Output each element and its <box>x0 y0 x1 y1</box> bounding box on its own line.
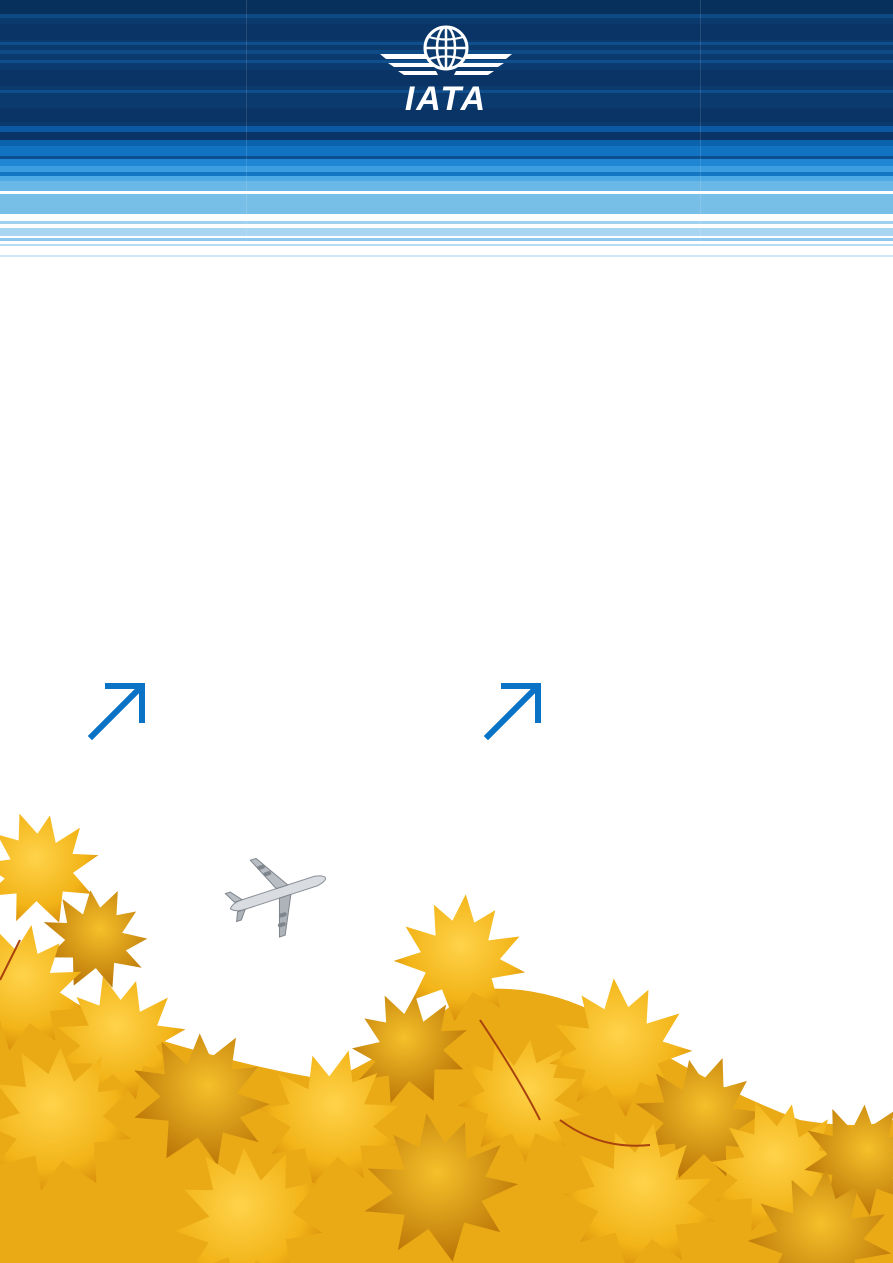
diagonal-arrow-icon <box>88 682 146 740</box>
globe-wings-icon <box>380 25 512 75</box>
iata-logo: IATA <box>376 24 516 116</box>
diagonal-arrow-icon <box>484 682 542 740</box>
header-stripes-band: IATA <box>0 0 893 260</box>
logo-text: IATA <box>404 80 488 118</box>
autumn-maple-leaves <box>0 800 893 1263</box>
